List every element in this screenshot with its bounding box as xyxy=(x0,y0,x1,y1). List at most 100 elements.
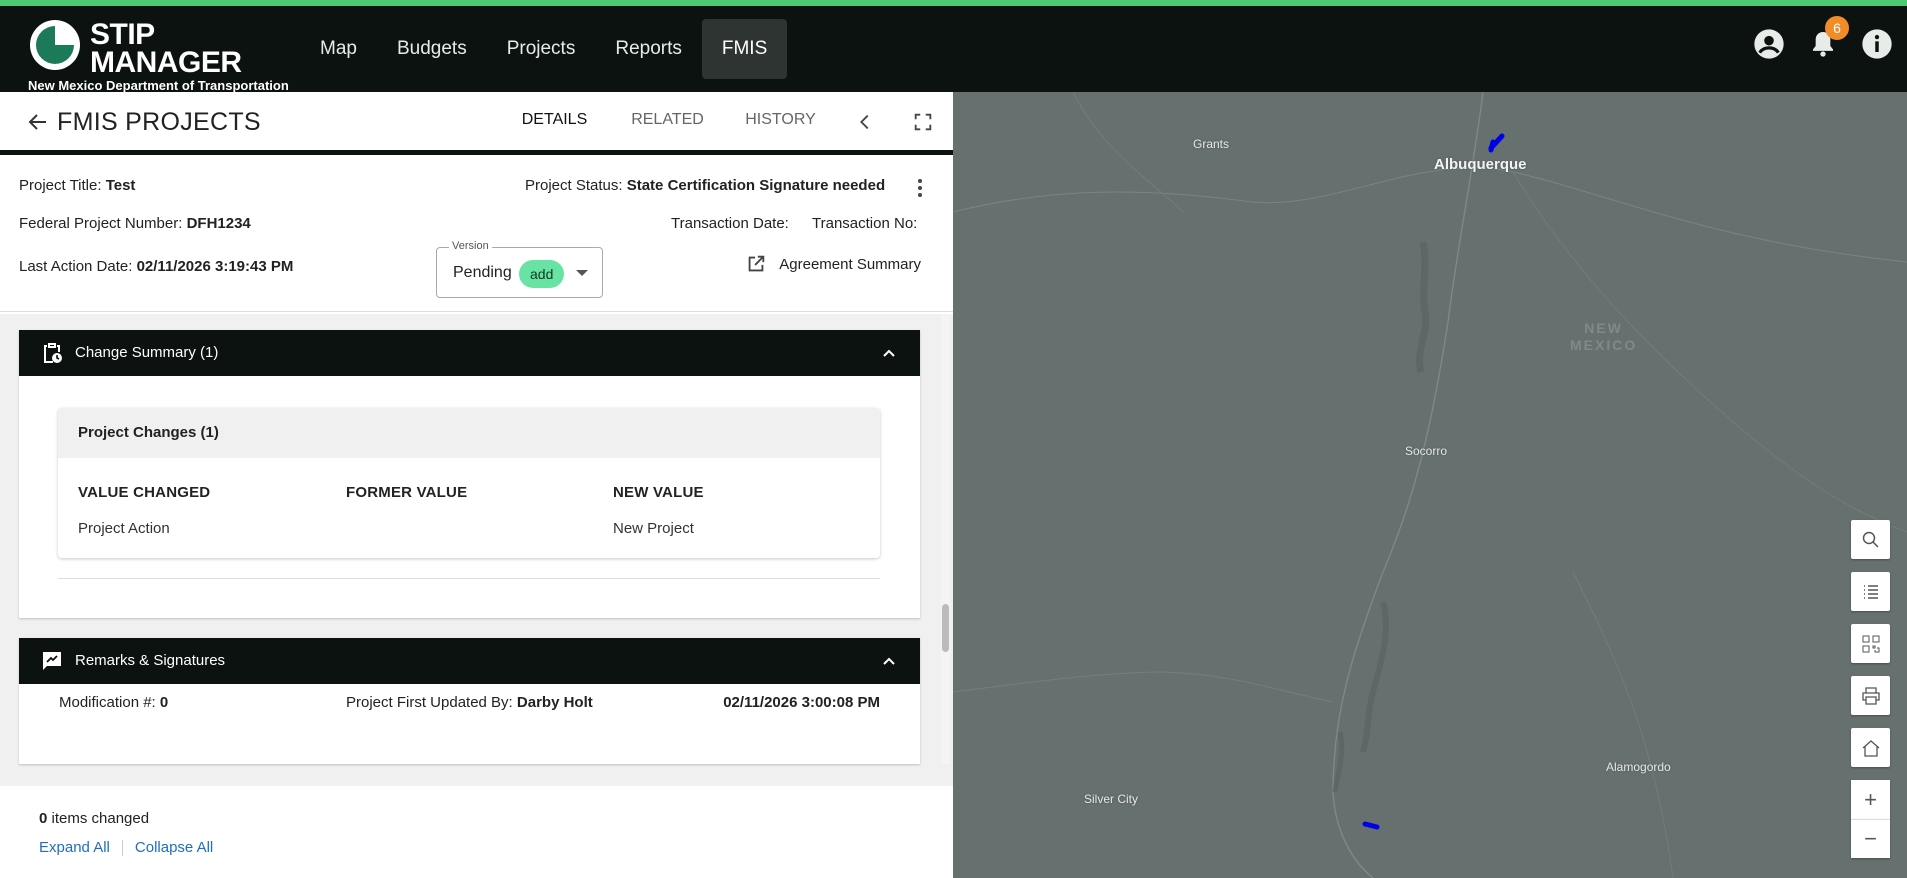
scrollbar-track xyxy=(941,314,950,764)
remarks-card: Remarks & Signatures Modification #: 0 P… xyxy=(19,638,920,764)
map-label-state-line1: NEW xyxy=(1584,320,1623,336)
cell-new-value: New Project xyxy=(613,520,694,537)
info-icon[interactable] xyxy=(1861,28,1893,60)
search-icon xyxy=(1862,531,1879,548)
map-label-state-line2: MEXICO xyxy=(1570,337,1638,353)
nav-item-projects[interactable]: Projects xyxy=(487,19,596,79)
nav-item-budgets[interactable]: Budgets xyxy=(377,19,487,79)
transaction-no-label: Transaction No: xyxy=(812,215,918,232)
tab-details[interactable]: DETAILS xyxy=(498,92,611,155)
logo-mark-icon xyxy=(30,20,80,70)
fullscreen-icon[interactable] xyxy=(912,111,934,133)
page-title: FMIS PROJECTS xyxy=(57,108,261,136)
version-chip: add xyxy=(519,260,565,288)
remarks-title: Remarks & Signatures xyxy=(75,652,226,669)
chevron-up-icon[interactable] xyxy=(882,346,896,360)
logo-line2: MANAGER xyxy=(90,46,242,79)
map-label-alamogordo: Alamogordo xyxy=(1606,760,1671,774)
modification-value: 0 xyxy=(159,694,169,711)
nav-item-map[interactable]: Map xyxy=(300,19,377,79)
zoom-out-icon: − xyxy=(1864,826,1877,851)
change-summary-header[interactable]: Change Summary (1) xyxy=(19,330,920,376)
version-value: Pending xyxy=(453,264,512,281)
list-icon xyxy=(1863,584,1878,599)
federal-number-row: Federal Project Number: DFH1234 xyxy=(19,215,251,232)
first-updated-row: Project First Updated By: Darby Holt xyxy=(346,694,593,711)
column-header-new-value: NEW VALUE xyxy=(613,484,704,501)
nav-item-fmis[interactable]: FMIS xyxy=(701,19,788,79)
top-icons: 6 xyxy=(1753,16,1893,60)
change-summary-card: Change Summary (1) Project Changes (1) V… xyxy=(19,330,920,618)
print-icon xyxy=(1861,686,1880,705)
notifications-icon[interactable]: 6 xyxy=(1807,16,1849,60)
map-label-grants: Grants xyxy=(1193,137,1230,151)
last-action-value: 02/11/2026 3:19:43 PM xyxy=(136,258,294,275)
project-title-label: Project Title: xyxy=(19,177,102,194)
zoom-in-icon: + xyxy=(1864,786,1877,812)
items-changed-count: 0 xyxy=(39,810,48,827)
project-status-row: Project Status: State Certification Sign… xyxy=(525,177,885,194)
last-action-label: Last Action Date: xyxy=(19,258,133,275)
map-label-socorro: Socorro xyxy=(1405,444,1448,458)
agreement-summary-label: Agreement Summary xyxy=(779,255,921,273)
collapse-panel-chevron-icon[interactable] xyxy=(854,111,876,133)
first-updated-value: Darby Holt xyxy=(516,694,593,711)
map-label-albuquerque: Albuquerque xyxy=(1434,156,1527,173)
map-home-button[interactable] xyxy=(1851,728,1890,767)
map-zoom-in-button[interactable]: + xyxy=(1851,780,1890,819)
top-navigation-bar: STIP MANAGER New Mexico Department of Tr… xyxy=(0,6,1907,94)
project-status-label: Project Status: xyxy=(525,177,623,194)
cell-value-changed: Project Action xyxy=(78,520,170,537)
change-summary-title: Change Summary (1) xyxy=(75,344,219,361)
panel-footer: 0 items changed Expand All Collapse All xyxy=(0,786,953,878)
back-arrow-icon[interactable] xyxy=(26,110,50,134)
scrollbar[interactable] xyxy=(941,314,950,764)
map-search-button[interactable] xyxy=(1851,520,1890,559)
details-panel: FMIS PROJECTS DETAILS RELATED HISTORY Pr… xyxy=(0,92,953,878)
expand-collapse-links: Expand All Collapse All xyxy=(39,839,213,856)
project-changes-table: Project Changes (1) VALUE CHANGED FORMER… xyxy=(58,408,880,558)
nav-item-reports[interactable]: Reports xyxy=(595,19,702,79)
modification-label: Modification #: xyxy=(59,694,156,711)
expand-all-link[interactable]: Expand All xyxy=(39,839,110,856)
account-icon[interactable] xyxy=(1753,28,1785,60)
map-label-silver-city: Silver City xyxy=(1084,792,1139,806)
notification-count-badge: 6 xyxy=(1825,16,1849,40)
more-options-icon[interactable] xyxy=(917,178,923,198)
map-layers-list-button[interactable] xyxy=(1851,572,1890,611)
agreement-summary-link[interactable]: Agreement Summary xyxy=(745,253,921,275)
project-info: Project Title: Test Project Status: Stat… xyxy=(0,160,953,312)
map-basemap xyxy=(953,92,1907,878)
divider xyxy=(58,578,880,579)
project-changes-title: Project Changes (1) xyxy=(58,408,880,458)
scrollbar-thumb[interactable] xyxy=(942,604,949,652)
federal-number-label: Federal Project Number: xyxy=(19,215,183,232)
version-label: Version xyxy=(449,240,492,252)
first-updated-label: Project First Updated By: xyxy=(346,694,513,711)
panel-header: FMIS PROJECTS DETAILS RELATED HISTORY xyxy=(0,92,953,155)
map-zoom-out-button[interactable]: − xyxy=(1851,819,1890,858)
stip-manager-logo[interactable]: STIP MANAGER New Mexico Department of Tr… xyxy=(28,14,289,94)
column-header-former-value: FORMER VALUE xyxy=(346,484,468,501)
logo-subtitle: New Mexico Department of Transportation xyxy=(28,78,289,93)
project-status-value: State Certification Signature needed xyxy=(626,177,886,194)
qr-icon xyxy=(1862,635,1879,652)
clipboard-clock-icon xyxy=(44,343,62,363)
map-print-button[interactable] xyxy=(1851,676,1890,715)
remarks-header[interactable]: Remarks & Signatures xyxy=(19,638,920,684)
link-separator xyxy=(121,839,123,856)
map-qr-button[interactable] xyxy=(1851,624,1890,663)
chevron-up-icon[interactable] xyxy=(882,654,896,668)
main-nav: Map Budgets Projects Reports FMIS xyxy=(300,19,788,79)
project-title-value: Test xyxy=(105,177,136,194)
signature-icon xyxy=(43,652,61,670)
tab-history[interactable]: HISTORY xyxy=(724,92,837,155)
collapse-all-link[interactable]: Collapse All xyxy=(135,839,213,856)
dropdown-caret-icon xyxy=(576,270,588,276)
map-view[interactable]: Grants Albuquerque NEW MEXICO Socorro Ala… xyxy=(953,92,1907,878)
modification-row: Modification #: 0 xyxy=(59,694,168,711)
version-select[interactable]: Version Pending add xyxy=(436,240,603,298)
map-label-state: NEW MEXICO xyxy=(1570,320,1637,354)
tab-related[interactable]: RELATED xyxy=(611,92,724,155)
project-title-row: Project Title: Test xyxy=(19,177,135,194)
